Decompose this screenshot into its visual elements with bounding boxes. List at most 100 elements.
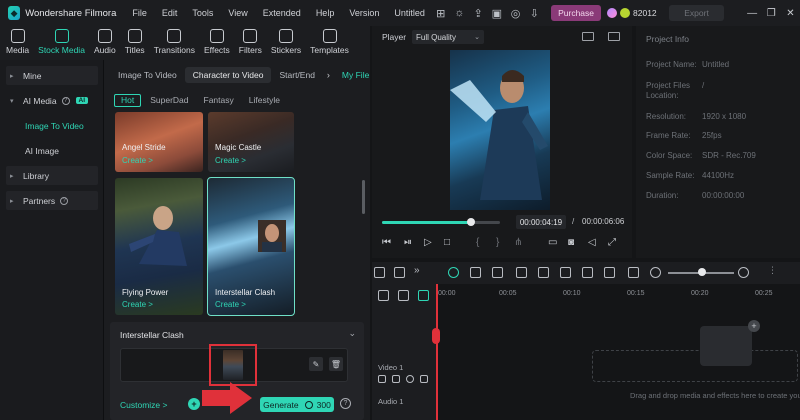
- restore-icon[interactable]: ❐: [762, 8, 781, 19]
- chevron-right-icon[interactable]: ›: [327, 70, 330, 80]
- menu-file[interactable]: File: [132, 8, 147, 18]
- lock-icon[interactable]: [378, 375, 386, 383]
- menu-tools[interactable]: Tools: [192, 8, 213, 18]
- menu-edit[interactable]: Edit: [162, 8, 178, 18]
- zoom-handle[interactable]: [698, 268, 706, 276]
- export-button[interactable]: Export: [668, 5, 725, 21]
- voice-icon[interactable]: [582, 267, 593, 278]
- chip-superdad[interactable]: SuperDad: [144, 94, 194, 107]
- zoom-in-icon[interactable]: [738, 267, 749, 278]
- scrubber-handle[interactable]: [466, 218, 475, 226]
- volume-icon[interactable]: ◁: [588, 237, 596, 248]
- layout-icon[interactable]: [374, 267, 385, 278]
- tool-effects[interactable]: Effects: [204, 26, 230, 55]
- tool-titles[interactable]: Titles: [125, 26, 145, 55]
- snap-icon[interactable]: [470, 267, 481, 278]
- shield-icon[interactable]: [538, 267, 549, 278]
- magic-icon[interactable]: [420, 375, 428, 383]
- play-icon[interactable]: ▷: [424, 237, 432, 248]
- download-icon[interactable]: ⇩: [526, 4, 542, 22]
- zoom-out-icon[interactable]: [650, 267, 661, 278]
- tool-stickers[interactable]: Stickers: [271, 26, 301, 55]
- playhead-handle[interactable]: [432, 328, 440, 344]
- generate-button[interactable]: Generate 300: [260, 397, 334, 412]
- chip-fantasy[interactable]: Fantasy: [198, 94, 240, 107]
- motion-icon[interactable]: [492, 267, 503, 278]
- menu-version[interactable]: Version: [349, 8, 379, 18]
- track-layout-icon[interactable]: [398, 290, 409, 301]
- mute-icon[interactable]: [392, 375, 400, 383]
- chip-lifestyle[interactable]: Lifestyle: [243, 94, 286, 107]
- chevron-down-icon[interactable]: ⌄: [348, 328, 356, 339]
- card-create-link[interactable]: Create >: [122, 300, 153, 309]
- tool-audio[interactable]: Audio: [94, 26, 116, 55]
- speed-icon[interactable]: [516, 267, 527, 278]
- mark-out-icon[interactable]: }: [496, 237, 499, 248]
- library-scrollbar[interactable]: [362, 180, 365, 214]
- lightbulb-icon[interactable]: ☼: [452, 4, 468, 22]
- credits-counter[interactable]: 82012: [607, 8, 657, 18]
- menu-view[interactable]: View: [228, 8, 247, 18]
- gift-icon[interactable]: ⊞: [433, 4, 449, 22]
- template-card-flying-power[interactable]: Flying Power Create >: [115, 178, 203, 315]
- chip-hot[interactable]: Hot: [114, 93, 142, 107]
- menu-icon[interactable]: ⋮: [768, 265, 779, 276]
- display-icon[interactable]: ▭: [548, 237, 557, 248]
- ai-tool-icon[interactable]: [448, 267, 459, 278]
- image-upload-area[interactable]: ✎ 🗑: [120, 344, 348, 386]
- card-create-link[interactable]: Create >: [122, 156, 153, 165]
- mark-in-icon[interactable]: {: [476, 237, 479, 248]
- more-tools-icon[interactable]: »: [414, 265, 425, 276]
- tool-filters[interactable]: Filters: [239, 26, 262, 55]
- tab-start-end[interactable]: Start/End: [271, 67, 322, 83]
- sidebar-item-partners[interactable]: ▸ Partners?: [6, 191, 98, 210]
- prev-frame-icon[interactable]: ⏮: [382, 237, 391, 248]
- tab-character-to-video[interactable]: Character to Video: [184, 67, 272, 83]
- add-icon[interactable]: +: [188, 398, 200, 410]
- uploaded-face-thumbnail[interactable]: [223, 350, 243, 380]
- eye-icon[interactable]: [406, 375, 414, 383]
- media-drop-zone[interactable]: [592, 350, 798, 382]
- menu-help[interactable]: Help: [316, 8, 335, 18]
- sidebar-item-image-to-video[interactable]: Image To Video: [6, 116, 98, 135]
- trash-icon[interactable]: 🗑: [329, 357, 343, 371]
- split-icon[interactable]: ⋔: [514, 237, 522, 248]
- quality-select[interactable]: Full Quality ⌄: [412, 30, 484, 44]
- minimize-icon[interactable]: —: [742, 8, 761, 19]
- help-icon[interactable]: ?: [61, 96, 70, 105]
- track-settings-icon[interactable]: [418, 290, 429, 301]
- tool-stock-media[interactable]: Stock Media: [38, 26, 85, 55]
- tool-media[interactable]: Media: [6, 26, 29, 55]
- step-play-icon[interactable]: ⏯: [404, 237, 412, 248]
- sidebar-item-library[interactable]: ▸ Library: [6, 166, 98, 185]
- link-icon[interactable]: [378, 290, 389, 301]
- tool-templates[interactable]: Templates: [310, 26, 349, 55]
- stop-icon[interactable]: □: [444, 237, 450, 248]
- purchase-button[interactable]: Purchase: [551, 5, 602, 21]
- microphone-icon[interactable]: [560, 267, 571, 278]
- help-icon[interactable]: ?: [60, 196, 69, 205]
- card-create-link[interactable]: Create >: [215, 156, 246, 165]
- playback-scrubber[interactable]: [382, 218, 500, 226]
- add-media-icon[interactable]: +: [748, 320, 760, 332]
- tool-transitions[interactable]: Transitions: [154, 26, 195, 55]
- select-tool-icon[interactable]: [394, 267, 405, 278]
- image-icon[interactable]: ▣: [489, 4, 505, 22]
- sidebar-item-ai-image[interactable]: AI Image: [6, 141, 98, 160]
- current-time[interactable]: 00:00:04:19: [516, 215, 566, 229]
- card-create-link[interactable]: Create >: [215, 300, 246, 309]
- camera-icon[interactable]: ◙: [568, 237, 574, 248]
- customize-link[interactable]: Customize >: [120, 400, 167, 410]
- info-icon[interactable]: ?: [340, 398, 351, 409]
- support-icon[interactable]: ◎: [508, 4, 524, 22]
- tab-my-file[interactable]: My File: [334, 67, 377, 83]
- template-card-angel-stride[interactable]: Angel Stride Create >: [115, 112, 203, 172]
- playhead[interactable]: [436, 284, 438, 420]
- menu-extended[interactable]: Extended: [263, 8, 301, 18]
- tab-image-to-video[interactable]: Image To Video: [110, 67, 185, 83]
- template-card-interstellar-clash[interactable]: Interstellar Clash Create >: [207, 177, 295, 316]
- fullscreen-icon[interactable]: ⤢: [608, 237, 616, 248]
- image-track-icon[interactable]: [604, 267, 615, 278]
- subtitle-icon[interactable]: [628, 267, 639, 278]
- grid-view-icon[interactable]: [582, 32, 594, 41]
